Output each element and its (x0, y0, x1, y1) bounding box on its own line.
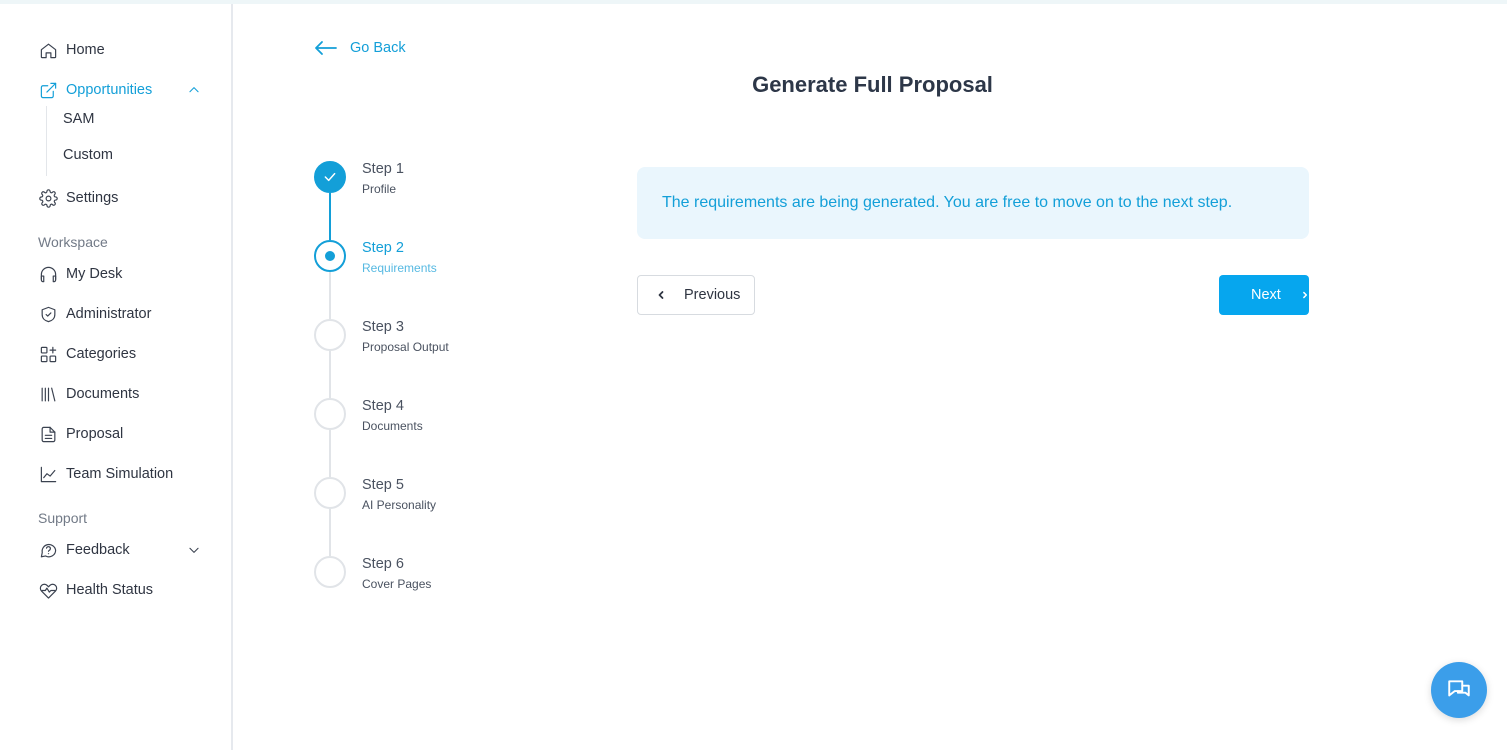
step-2-title: Step 2 (362, 240, 404, 256)
sidebar-item-team-simulation[interactable]: Team Simulation (38, 462, 173, 486)
previous-label: Previous (684, 287, 741, 303)
step-6-indicator (314, 556, 346, 588)
library-icon (38, 384, 58, 404)
page-title: Generate Full Proposal (752, 72, 993, 97)
document-icon (38, 424, 58, 444)
sidebar-item-label: Health Status (66, 582, 154, 598)
next-button[interactable]: Next (1219, 275, 1309, 315)
step-connector (329, 193, 331, 240)
shield-check-icon (38, 304, 58, 324)
sidebar-item-home[interactable]: Home (38, 38, 105, 62)
sidebar-item-label: Settings (66, 190, 119, 206)
sidebar-item-label: Team Simulation (66, 466, 174, 482)
sidebar-subitem-sam[interactable]: SAM (63, 111, 94, 127)
sidebar-item-proposal[interactable]: Proposal (38, 422, 123, 446)
chevron-left-icon (658, 291, 664, 299)
step-2-subtitle: Requirements (362, 261, 437, 275)
chevron-up-icon[interactable] (185, 81, 203, 99)
sidebar-item-documents[interactable]: Documents (38, 382, 139, 406)
generation-notice: The requirements are being generated. Yo… (637, 167, 1309, 239)
chevron-down-icon[interactable] (185, 541, 203, 559)
external-link-icon (38, 80, 58, 100)
section-label-workspace: Workspace (38, 234, 108, 250)
go-back-link[interactable]: Go Back (314, 40, 406, 56)
sidebar-item-my-desk[interactable]: My Desk (38, 262, 122, 286)
section-label-support: Support (38, 510, 88, 526)
step-4-subtitle: Documents (362, 419, 423, 433)
step-4-indicator (314, 398, 346, 430)
step-6-subtitle: Cover Pages (362, 577, 432, 591)
line-chart-icon (38, 464, 58, 484)
step-3-title: Step 3 (362, 319, 404, 335)
sidebar-item-feedback[interactable]: Feedback (38, 538, 130, 562)
step-3-subtitle: Proposal Output (362, 340, 449, 354)
submenu-line (46, 106, 47, 176)
step-5-indicator (314, 477, 346, 509)
step-1-title: Step 1 (362, 161, 404, 177)
sidebar: Home Opportunities SAM Custom Settings W… (0, 4, 233, 750)
step-5-title: Step 5 (362, 477, 404, 493)
step-connector (329, 272, 331, 319)
sidebar-item-label: Documents (66, 386, 140, 402)
step-5-subtitle: AI Personality (362, 498, 437, 512)
sidebar-item-label: Administrator (66, 306, 152, 322)
previous-button[interactable]: Previous (637, 275, 755, 315)
chevron-right-icon (1302, 291, 1307, 299)
step-connector (329, 430, 331, 477)
step-connector (329, 509, 331, 556)
current-step-dot (325, 251, 335, 261)
sidebar-item-label: Proposal (66, 426, 124, 442)
step-connector (329, 351, 331, 398)
headset-icon (38, 264, 58, 284)
sidebar-item-label: Categories (66, 346, 137, 362)
sidebar-item-label: Opportunities (66, 82, 153, 98)
sidebar-item-administrator[interactable]: Administrator (38, 302, 151, 326)
sidebar-item-categories[interactable]: Categories (38, 342, 136, 366)
sidebar-item-health-status[interactable]: Health Status (38, 578, 153, 602)
arrow-left-icon (315, 41, 337, 55)
heart-pulse-icon (38, 580, 58, 600)
help-chat-icon (38, 540, 58, 560)
step-2-indicator (314, 240, 346, 272)
check-icon (324, 172, 336, 182)
step-1-subtitle: Profile (362, 182, 397, 196)
sidebar-item-opportunities[interactable]: Opportunities (38, 78, 152, 102)
step-3-indicator (314, 319, 346, 351)
gear-icon (38, 188, 58, 208)
sidebar-subitem-custom[interactable]: Custom (63, 147, 113, 163)
step-1-indicator (314, 161, 346, 193)
step-4-title: Step 4 (362, 398, 404, 414)
chat-button[interactable] (1431, 662, 1487, 718)
home-icon (38, 40, 58, 60)
sidebar-item-label: Home (66, 42, 105, 58)
sidebar-item-label: Feedback (66, 542, 130, 558)
sidebar-item-settings[interactable]: Settings (38, 186, 118, 210)
sidebar-item-label: My Desk (66, 266, 123, 282)
categories-icon (38, 344, 58, 364)
go-back-label: Go Back (350, 40, 406, 56)
step-6-title: Step 6 (362, 556, 404, 572)
chat-icon (1448, 680, 1470, 697)
next-label: Next (1251, 287, 1281, 303)
